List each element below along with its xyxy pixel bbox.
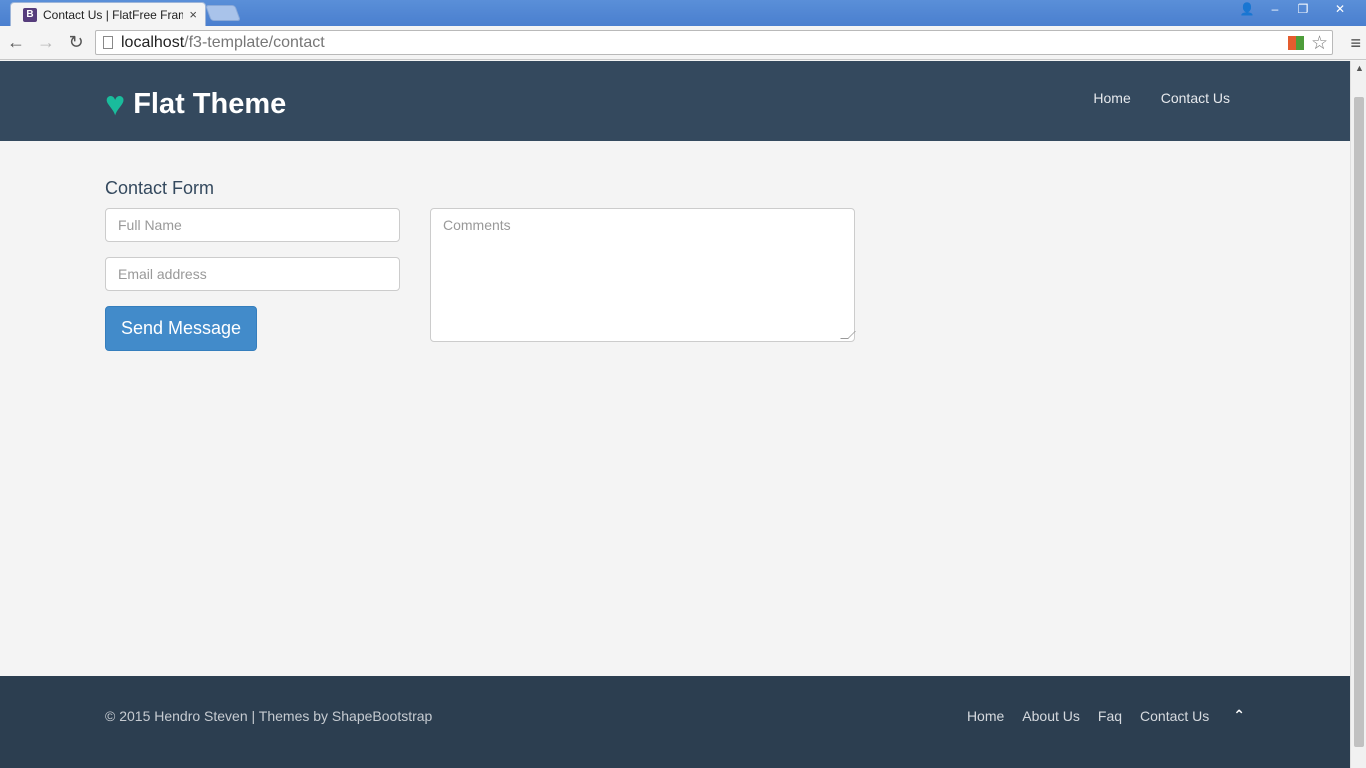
comments-placeholder: Comments [443,217,511,233]
scroll-up-arrow-icon[interactable]: ▲ [1355,63,1364,73]
vertical-scrollbar[interactable]: ▲ [1350,61,1366,768]
footer-link-home[interactable]: Home [967,708,1004,724]
send-message-button[interactable]: Send Message [105,306,257,351]
close-tab-icon[interactable]: × [189,7,197,22]
forward-arrow-icon[interactable]: → [32,29,60,57]
address-bar[interactable]: localhost/f3-template/contact ☆ [95,30,1333,55]
reload-icon[interactable]: ↻ [62,29,90,57]
footer-link-about-us[interactable]: About Us [1022,708,1080,724]
footer-link-faq[interactable]: Faq [1098,708,1122,724]
new-tab-button[interactable] [205,5,241,21]
go-to-top-icon[interactable]: ⌃ [1233,707,1245,724]
footer-link-contact-us[interactable]: Contact Us [1140,708,1209,724]
user-profile-icon[interactable]: 👤 [1234,0,1260,18]
email-input[interactable]: Email address [105,257,400,291]
minimize-icon[interactable]: – [1262,0,1288,18]
back-arrow-icon[interactable]: ← [2,29,30,57]
scrollbar-thumb[interactable] [1354,97,1364,747]
brand-logo[interactable]: ♥ Flat Theme [105,87,286,121]
site-header: ♥ Flat Theme Home Contact Us [0,61,1350,141]
page-icon [103,36,113,49]
url-host: localhost [121,33,185,51]
full-name-placeholder: Full Name [118,217,182,233]
footer-nav: Home About Us Faq Contact Us ⌃ [967,707,1245,724]
bootstrap-favicon-icon: B [23,7,37,22]
browser-menu-icon[interactable]: ≡ [1350,33,1361,54]
browser-toolbar: ← → ↻ localhost/f3-template/contact ☆ [0,26,1366,60]
url-path: /f3-template/contact [184,33,325,51]
brand-name: Flat Theme [133,87,287,120]
nav-contact-us[interactable]: Contact Us [1161,90,1230,106]
comments-textarea[interactable]: Comments [430,208,856,342]
nav-home[interactable]: Home [1093,90,1130,106]
site-footer: © 2015 Hendro Steven | Themes by ShapeBo… [0,676,1350,768]
resize-grip-icon[interactable] [840,331,856,339]
restore-icon[interactable]: ❐ [1290,0,1316,18]
main-nav: Home Contact Us [1093,90,1230,106]
browser-tabstrip: B Contact Us | FlatFree Frame × 👤 – ❐ ✕ [0,0,1366,26]
window-controls: 👤 – ❐ ✕ [1234,0,1362,18]
contact-form-title: Contact Form [105,178,215,198]
full-name-input[interactable]: Full Name [105,208,400,242]
tab-title: Contact Us | FlatFree Frame [43,7,184,22]
heart-icon: ♥ [105,85,126,123]
page-viewport: ♥ Flat Theme Home Contact Us Contact For… [0,61,1350,768]
copyright-text: © 2015 Hendro Steven | Themes by ShapeBo… [105,708,433,724]
bookmark-star-icon[interactable]: ☆ [1311,32,1328,55]
window-close-icon[interactable]: ✕ [1318,0,1362,18]
browser-tab[interactable]: B Contact Us | FlatFree Frame × [10,2,206,26]
email-placeholder: Email address [118,266,207,282]
extension-icon[interactable] [1288,36,1304,50]
